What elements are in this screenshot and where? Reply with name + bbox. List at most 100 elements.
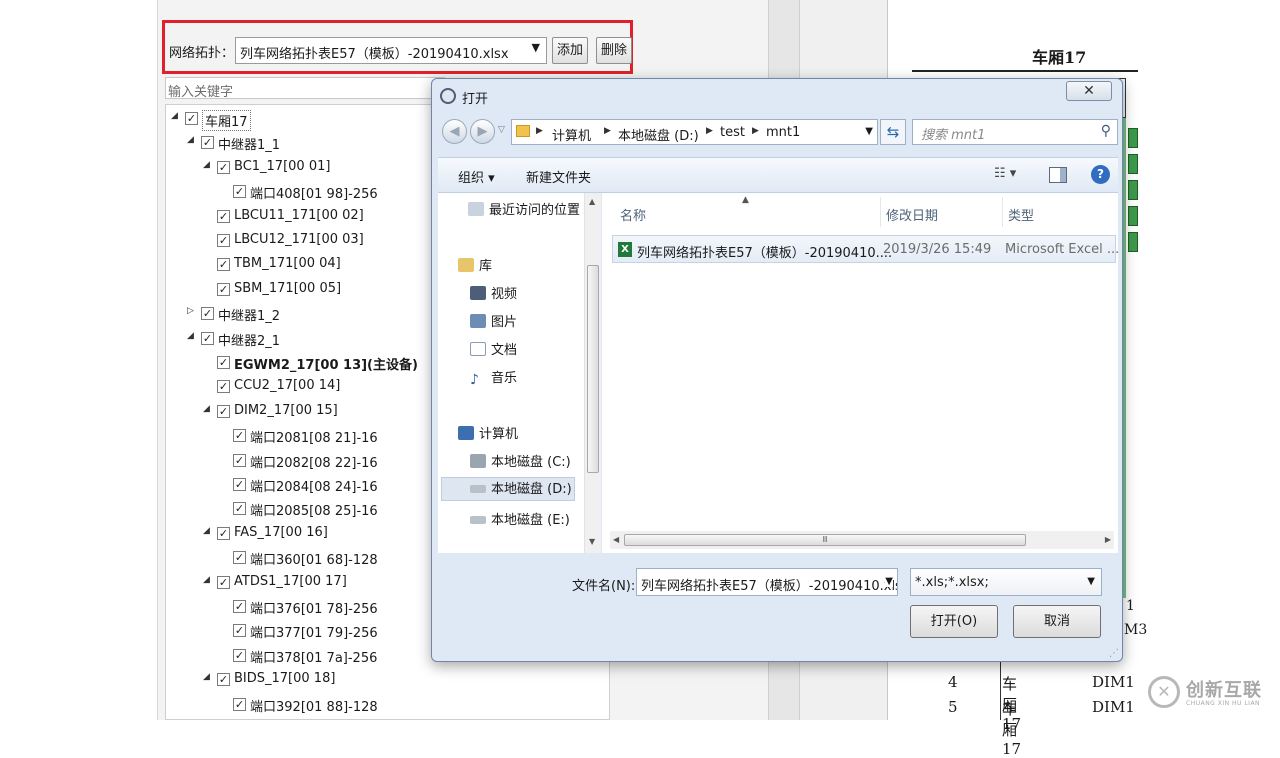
tree-checkbox[interactable]: ✓ bbox=[201, 307, 214, 321]
filetype-select[interactable]: *.xls;*.xlsx; ▼ bbox=[910, 568, 1102, 596]
column-header-type[interactable]: 类型 bbox=[1008, 205, 1034, 224]
nav-item-recent[interactable]: 最近访问的位置 bbox=[468, 199, 580, 223]
tree-checkbox[interactable]: ✓ bbox=[233, 697, 246, 711]
video-icon bbox=[470, 286, 486, 300]
tree-checkbox[interactable]: ✓ bbox=[217, 234, 230, 247]
view-options-button[interactable]: ☷ ▾ bbox=[994, 166, 1016, 181]
breadcrumb-separator-icon: ▶ bbox=[752, 126, 759, 136]
column-divider[interactable] bbox=[880, 197, 881, 227]
chevron-down-icon[interactable]: ▼ bbox=[885, 576, 893, 587]
nav-item-label: 本地磁盘 (C:) bbox=[491, 455, 571, 470]
file-list-hscrollbar[interactable]: ◀ Ⅲ ▶ bbox=[610, 531, 1114, 549]
nav-pane-scrollbar[interactable]: ▲ ▼ bbox=[584, 193, 601, 553]
collapse-icon[interactable]: ◢ bbox=[203, 575, 213, 585]
tree-checkbox[interactable]: ✓ bbox=[233, 453, 246, 467]
file-row[interactable]: X 列车网络拓扑表E57（模板）-20190410.... 2019/3/26 … bbox=[612, 235, 1119, 263]
nav-item-library[interactable]: 库 bbox=[458, 255, 492, 279]
tree-checkbox[interactable]: ✓ bbox=[217, 575, 230, 589]
help-icon[interactable]: ? bbox=[1091, 165, 1110, 184]
tree-checkbox[interactable]: ✓ bbox=[201, 331, 214, 345]
tree-node-label: ATDS1_17[00 17] bbox=[234, 573, 347, 589]
collapse-icon[interactable]: ◢ bbox=[203, 160, 213, 170]
search-input[interactable]: 搜索 mnt1 ⚲ bbox=[912, 119, 1118, 145]
tree-checkbox[interactable]: ✓ bbox=[233, 624, 246, 638]
tree-checkbox[interactable]: ✓ bbox=[217, 258, 230, 272]
collapse-icon[interactable]: ◢ bbox=[171, 111, 181, 121]
column-divider[interactable] bbox=[1002, 197, 1003, 227]
scrollbar-thumb[interactable] bbox=[587, 265, 599, 473]
green-table-cell bbox=[1128, 180, 1138, 200]
scroll-left-icon[interactable]: ◀ bbox=[613, 535, 619, 544]
new-folder-button[interactable]: 新建文件夹 bbox=[526, 167, 591, 186]
forward-button[interactable]: ▶ bbox=[470, 119, 495, 144]
tree-checkbox[interactable]: ✓ bbox=[217, 282, 230, 296]
keyword-search-input[interactable]: 输入关键字 bbox=[165, 77, 445, 100]
tree-checkbox[interactable]: ✓ bbox=[233, 551, 246, 565]
tree-checkbox[interactable]: ✓ bbox=[217, 673, 230, 687]
tree-checkbox[interactable]: ✓ bbox=[217, 526, 230, 540]
column-header-name[interactable]: 名称 bbox=[620, 205, 646, 224]
green-table-cell bbox=[1128, 232, 1138, 252]
topology-label: 网络拓扑： bbox=[169, 46, 235, 61]
nav-item-drive-d[interactable]: 本地磁盘 (D:) bbox=[441, 477, 575, 501]
tree-checkbox[interactable]: ✓ bbox=[233, 600, 246, 613]
breadcrumb-mnt1[interactable]: mnt1 bbox=[766, 125, 800, 140]
tree-checkbox[interactable]: ✓ bbox=[233, 502, 246, 516]
nav-item-music[interactable]: ♪ 音乐 bbox=[470, 367, 517, 391]
collapse-icon[interactable]: ◢ bbox=[187, 331, 197, 341]
library-icon bbox=[458, 258, 474, 272]
preview-pane-icon[interactable] bbox=[1049, 167, 1067, 183]
address-bar[interactable]: ▶ 计算机 ▶ 本地磁盘 (D:) ▶ test ▶ mnt1 ▼ bbox=[511, 119, 878, 145]
tree-checkbox[interactable]: ✓ bbox=[217, 404, 230, 418]
organize-button[interactable]: 组织 ▾ bbox=[458, 167, 495, 186]
history-dropdown-icon[interactable]: ▽ bbox=[498, 125, 505, 135]
add-button[interactable]: 添加 bbox=[552, 37, 588, 64]
tree-checkbox[interactable]: ✓ bbox=[217, 356, 230, 369]
tree-checkbox[interactable]: ✓ bbox=[201, 136, 214, 150]
resize-grip-icon[interactable]: ⋰ bbox=[1109, 648, 1119, 659]
nav-item-computer[interactable]: 计算机 bbox=[458, 423, 518, 447]
nav-item-drive-c[interactable]: 本地磁盘 (C:) bbox=[470, 451, 571, 475]
close-button[interactable]: ✕ bbox=[1066, 81, 1112, 101]
delete-button[interactable]: 删除 bbox=[596, 37, 632, 64]
breadcrumb-test[interactable]: test bbox=[720, 125, 745, 140]
tree-checkbox[interactable]: ✓ bbox=[217, 380, 230, 394]
column-header-date[interactable]: 修改日期 bbox=[886, 205, 938, 224]
scroll-right-icon[interactable]: ▶ bbox=[1105, 535, 1111, 544]
collapse-icon[interactable]: ◢ bbox=[203, 404, 213, 414]
collapse-icon[interactable]: ◢ bbox=[203, 526, 213, 536]
navigation-row: ◀ ▶ ▽ ▶ 计算机 ▶ 本地磁盘 (D:) ▶ test ▶ mnt1 ▼ … bbox=[432, 115, 1122, 153]
tree-checkbox[interactable]: ✓ bbox=[217, 160, 230, 174]
back-button[interactable]: ◀ bbox=[442, 119, 467, 144]
dialog-titlebar[interactable]: 打开 ✕ bbox=[432, 79, 1122, 113]
scroll-down-icon[interactable]: ▼ bbox=[589, 537, 595, 546]
tree-node-label: 端口377[01 79]-256 bbox=[250, 626, 378, 642]
cancel-button[interactable]: 取消 bbox=[1013, 605, 1101, 638]
scrollbar-thumb[interactable]: Ⅲ bbox=[624, 534, 1026, 546]
filename-label: 文件名(N): bbox=[572, 579, 636, 594]
tree-checkbox[interactable]: ✓ bbox=[185, 112, 198, 125]
nav-item-video[interactable]: 视频 bbox=[470, 283, 517, 307]
tree-checkbox[interactable]: ✓ bbox=[233, 478, 246, 491]
collapse-icon[interactable]: ◢ bbox=[203, 672, 213, 682]
refresh-button[interactable]: ⇆ bbox=[880, 119, 906, 145]
nav-item-pictures[interactable]: 图片 bbox=[470, 311, 517, 335]
row-car: 车厢17 bbox=[1002, 700, 1022, 758]
tree-checkbox[interactable]: ✓ bbox=[233, 648, 246, 662]
chevron-down-icon[interactable]: ▼ bbox=[865, 126, 873, 137]
tree-node-label: TBM_171[00 04] bbox=[234, 256, 341, 272]
tree-checkbox[interactable]: ✓ bbox=[233, 429, 246, 443]
nav-item-label: 计算机 bbox=[479, 427, 519, 442]
nav-item-documents[interactable]: 文档 bbox=[470, 339, 517, 363]
tree-checkbox[interactable]: ✓ bbox=[233, 185, 246, 199]
nav-item-drive-e[interactable]: 本地磁盘 (E:) bbox=[470, 509, 570, 533]
open-button[interactable]: 打开(O) bbox=[910, 605, 998, 638]
tree-checkbox[interactable]: ✓ bbox=[217, 209, 230, 223]
scroll-up-icon[interactable]: ▲ bbox=[589, 197, 595, 206]
expand-icon[interactable]: ▷ bbox=[187, 306, 197, 316]
collapse-icon[interactable]: ◢ bbox=[187, 135, 197, 145]
filename-input[interactable]: 列车网络拓扑表E57（模板）-20190410.xls: ▼ bbox=[636, 568, 898, 596]
breadcrumb-drive-d[interactable]: 本地磁盘 (D:) bbox=[618, 125, 699, 144]
topology-select[interactable]: 列车网络拓扑表E57（模板）-20190410.xlsx ▼ bbox=[235, 37, 547, 64]
breadcrumb-computer[interactable]: 计算机 bbox=[552, 125, 591, 144]
